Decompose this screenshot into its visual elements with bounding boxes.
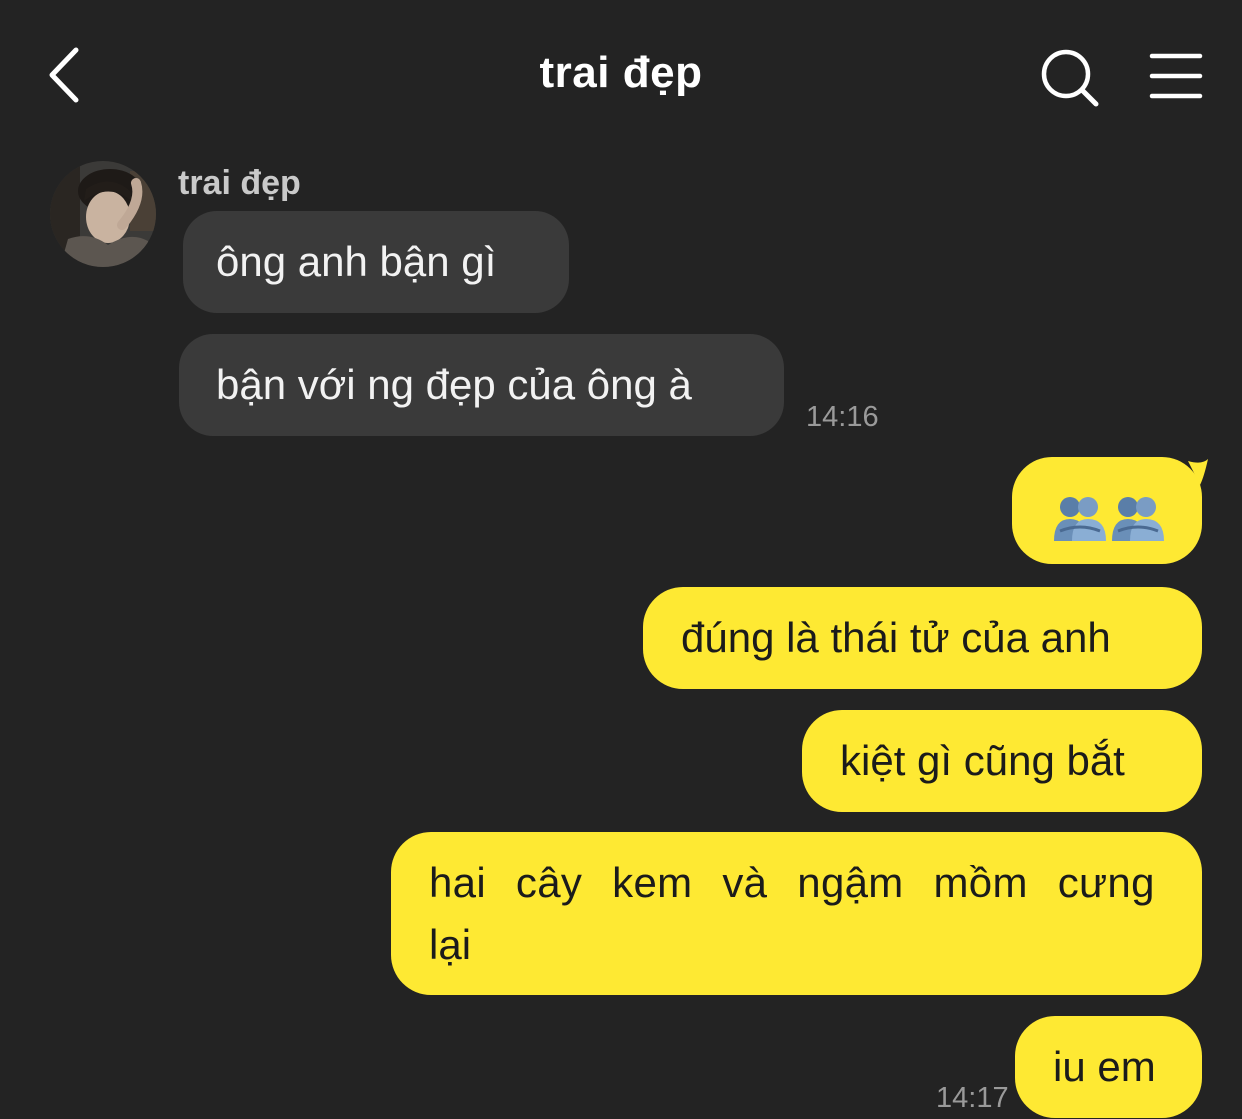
outgoing-message[interactable]: iu em xyxy=(1015,1016,1202,1118)
hugging-people-icon xyxy=(1112,497,1164,541)
outgoing-message[interactable]: hai cây kem và ngậm mồm cưng lại xyxy=(391,832,1202,995)
message-text: kiệt gì cũng bắt xyxy=(840,737,1125,784)
message-text-line: hai cây kem và ngậm mồm cưng xyxy=(429,859,1155,906)
chat-screen: trai đẹp trai đẹp ông anh bận gì bận với… xyxy=(0,0,1242,1119)
incoming-message[interactable]: ông anh bận gì xyxy=(183,211,569,313)
sender-name: trai đẹp xyxy=(178,164,301,202)
message-text: đúng là thái tử của anh xyxy=(681,614,1111,661)
outgoing-emoji-message[interactable] xyxy=(1012,457,1208,564)
message-text: bận với ng đẹp của ông à xyxy=(216,361,692,408)
message-text: iu em xyxy=(1053,1043,1156,1090)
message-text-line: lại xyxy=(429,921,472,968)
message-timestamp: 14:17 xyxy=(936,1082,1009,1114)
menu-button[interactable] xyxy=(1148,50,1204,102)
hugging-people-icon xyxy=(1054,497,1106,541)
incoming-message[interactable]: bận với ng đẹp của ông à xyxy=(179,334,784,436)
outgoing-message[interactable]: đúng là thái tử của anh xyxy=(643,587,1202,689)
message-text: ông anh bận gì xyxy=(216,238,497,285)
search-icon xyxy=(1041,49,1099,107)
chat-header: trai đẹp xyxy=(0,0,1242,150)
hamburger-menu-icon xyxy=(1149,53,1203,99)
search-button[interactable] xyxy=(1038,46,1102,110)
avatar[interactable] xyxy=(50,161,156,267)
avatar-photo xyxy=(50,161,156,267)
outgoing-message[interactable]: kiệt gì cũng bắt xyxy=(802,710,1202,812)
message-timestamp: 14:16 xyxy=(806,401,879,433)
